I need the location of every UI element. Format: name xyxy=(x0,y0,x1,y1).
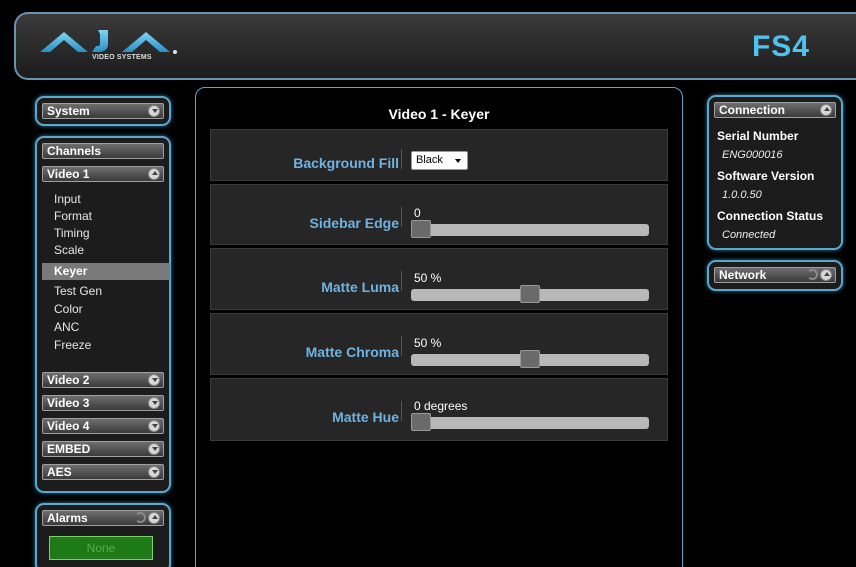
expand-icon[interactable] xyxy=(148,105,160,117)
alarm-status-indicator: None xyxy=(49,536,153,560)
refresh-icon[interactable] xyxy=(135,512,146,523)
system-header[interactable]: System xyxy=(42,103,164,119)
serial-number-value: ENG000016 xyxy=(722,149,783,161)
nav-format[interactable]: Format xyxy=(54,209,92,223)
aes-label: AES xyxy=(47,465,72,479)
slider-thumb[interactable] xyxy=(411,220,431,238)
alarms-label: Alarms xyxy=(47,511,88,525)
slider-thumb[interactable] xyxy=(520,285,540,303)
video4-header[interactable]: Video 4 xyxy=(42,418,164,434)
system-label: System xyxy=(47,104,90,118)
video3-label: Video 3 xyxy=(47,396,90,410)
video4-label: Video 4 xyxy=(47,419,90,433)
expand-icon[interactable] xyxy=(148,443,160,455)
connection-status-label: Connection Status xyxy=(717,209,824,223)
aja-logo xyxy=(38,24,198,72)
channels-panel: Channels Video 1 Input Format Timing Sca… xyxy=(35,136,171,493)
page-title: Video 1 - Keyer xyxy=(388,106,490,122)
nav-anc[interactable]: ANC xyxy=(54,320,79,334)
refresh-icon[interactable] xyxy=(807,269,818,280)
matte-chroma-row: Matte Chroma 50 % xyxy=(210,313,668,375)
collapse-icon[interactable] xyxy=(148,168,160,180)
connection-panel: Connection Serial Number ENG000016 Softw… xyxy=(707,95,843,250)
background-fill-row: Background Fill Black xyxy=(210,129,668,181)
video2-header[interactable]: Video 2 xyxy=(42,372,164,388)
matte-luma-slider[interactable] xyxy=(411,285,649,303)
sidebar-edge-value: 0 xyxy=(414,206,421,220)
nav-timing[interactable]: Timing xyxy=(54,226,90,240)
video1-header[interactable]: Video 1 xyxy=(42,166,164,182)
alarms-header[interactable]: Alarms xyxy=(42,510,164,526)
matte-hue-value: 0 degrees xyxy=(414,399,468,413)
divider xyxy=(401,271,402,291)
network-header[interactable]: Network xyxy=(714,267,836,283)
matte-hue-row: Matte Hue 0 degrees xyxy=(210,378,668,441)
system-panel: System xyxy=(35,96,171,126)
slider-thumb[interactable] xyxy=(520,350,540,368)
connection-header[interactable]: Connection xyxy=(714,102,836,118)
software-version-value: 1.0.0.50 xyxy=(722,189,762,201)
matte-chroma-slider[interactable] xyxy=(411,350,649,368)
aes-header[interactable]: AES xyxy=(42,464,164,480)
video2-label: Video 2 xyxy=(47,373,90,387)
matte-luma-value: 50 % xyxy=(414,271,442,285)
nav-test-gen[interactable]: Test Gen xyxy=(54,284,102,298)
divider xyxy=(401,149,402,169)
nav-scale[interactable]: Scale xyxy=(54,243,84,257)
logo-subtitle: VIDEO SYSTEMS xyxy=(92,54,152,61)
nav-keyer[interactable]: Keyer xyxy=(42,263,170,280)
sidebar-edge-slider[interactable] xyxy=(411,220,649,238)
keyer-panel: Video 1 - Keyer Background Fill Black Si… xyxy=(195,87,683,567)
alarms-panel: Alarms None xyxy=(35,503,171,567)
divider xyxy=(401,401,402,421)
expand-icon[interactable] xyxy=(148,420,160,432)
background-fill-label: Background Fill xyxy=(293,155,399,171)
serial-number-label: Serial Number xyxy=(717,129,799,143)
matte-luma-label: Matte Luma xyxy=(321,279,399,295)
expand-icon[interactable] xyxy=(148,466,160,478)
embed-label: EMBED xyxy=(47,442,91,456)
matte-hue-label: Matte Hue xyxy=(332,409,399,425)
matte-hue-slider[interactable] xyxy=(411,413,649,431)
network-panel: Network xyxy=(707,260,843,291)
matte-luma-row: Matte Luma 50 % xyxy=(210,248,668,310)
collapse-icon[interactable] xyxy=(820,269,832,281)
software-version-label: Software Version xyxy=(717,169,815,183)
embed-header[interactable]: EMBED xyxy=(42,441,164,457)
product-name: FS4 xyxy=(751,30,810,63)
expand-icon[interactable] xyxy=(148,397,160,409)
video1-label: Video 1 xyxy=(47,167,90,181)
connection-status-value: Connected xyxy=(722,229,776,241)
expand-icon[interactable] xyxy=(148,374,160,386)
sidebar-edge-row: Sidebar Edge 0 xyxy=(210,184,668,245)
network-title: Network xyxy=(719,268,767,282)
nav-freeze[interactable]: Freeze xyxy=(54,338,91,352)
video3-header[interactable]: Video 3 xyxy=(42,395,164,411)
nav-color[interactable]: Color xyxy=(54,302,83,316)
matte-chroma-value: 50 % xyxy=(414,336,442,350)
channels-label: Channels xyxy=(47,144,102,158)
slider-thumb[interactable] xyxy=(411,413,431,431)
divider xyxy=(401,336,402,356)
sidebar-edge-label: Sidebar Edge xyxy=(309,215,399,231)
app-header: VIDEO SYSTEMS FS4 xyxy=(14,12,856,80)
channels-header: Channels xyxy=(42,143,164,159)
nav-input[interactable]: Input xyxy=(54,192,81,206)
divider xyxy=(401,207,402,227)
connection-title: Connection xyxy=(719,103,785,117)
collapse-icon[interactable] xyxy=(148,512,160,524)
collapse-icon[interactable] xyxy=(820,104,832,116)
background-fill-select[interactable]: Black xyxy=(411,151,468,170)
matte-chroma-label: Matte Chroma xyxy=(305,344,399,360)
